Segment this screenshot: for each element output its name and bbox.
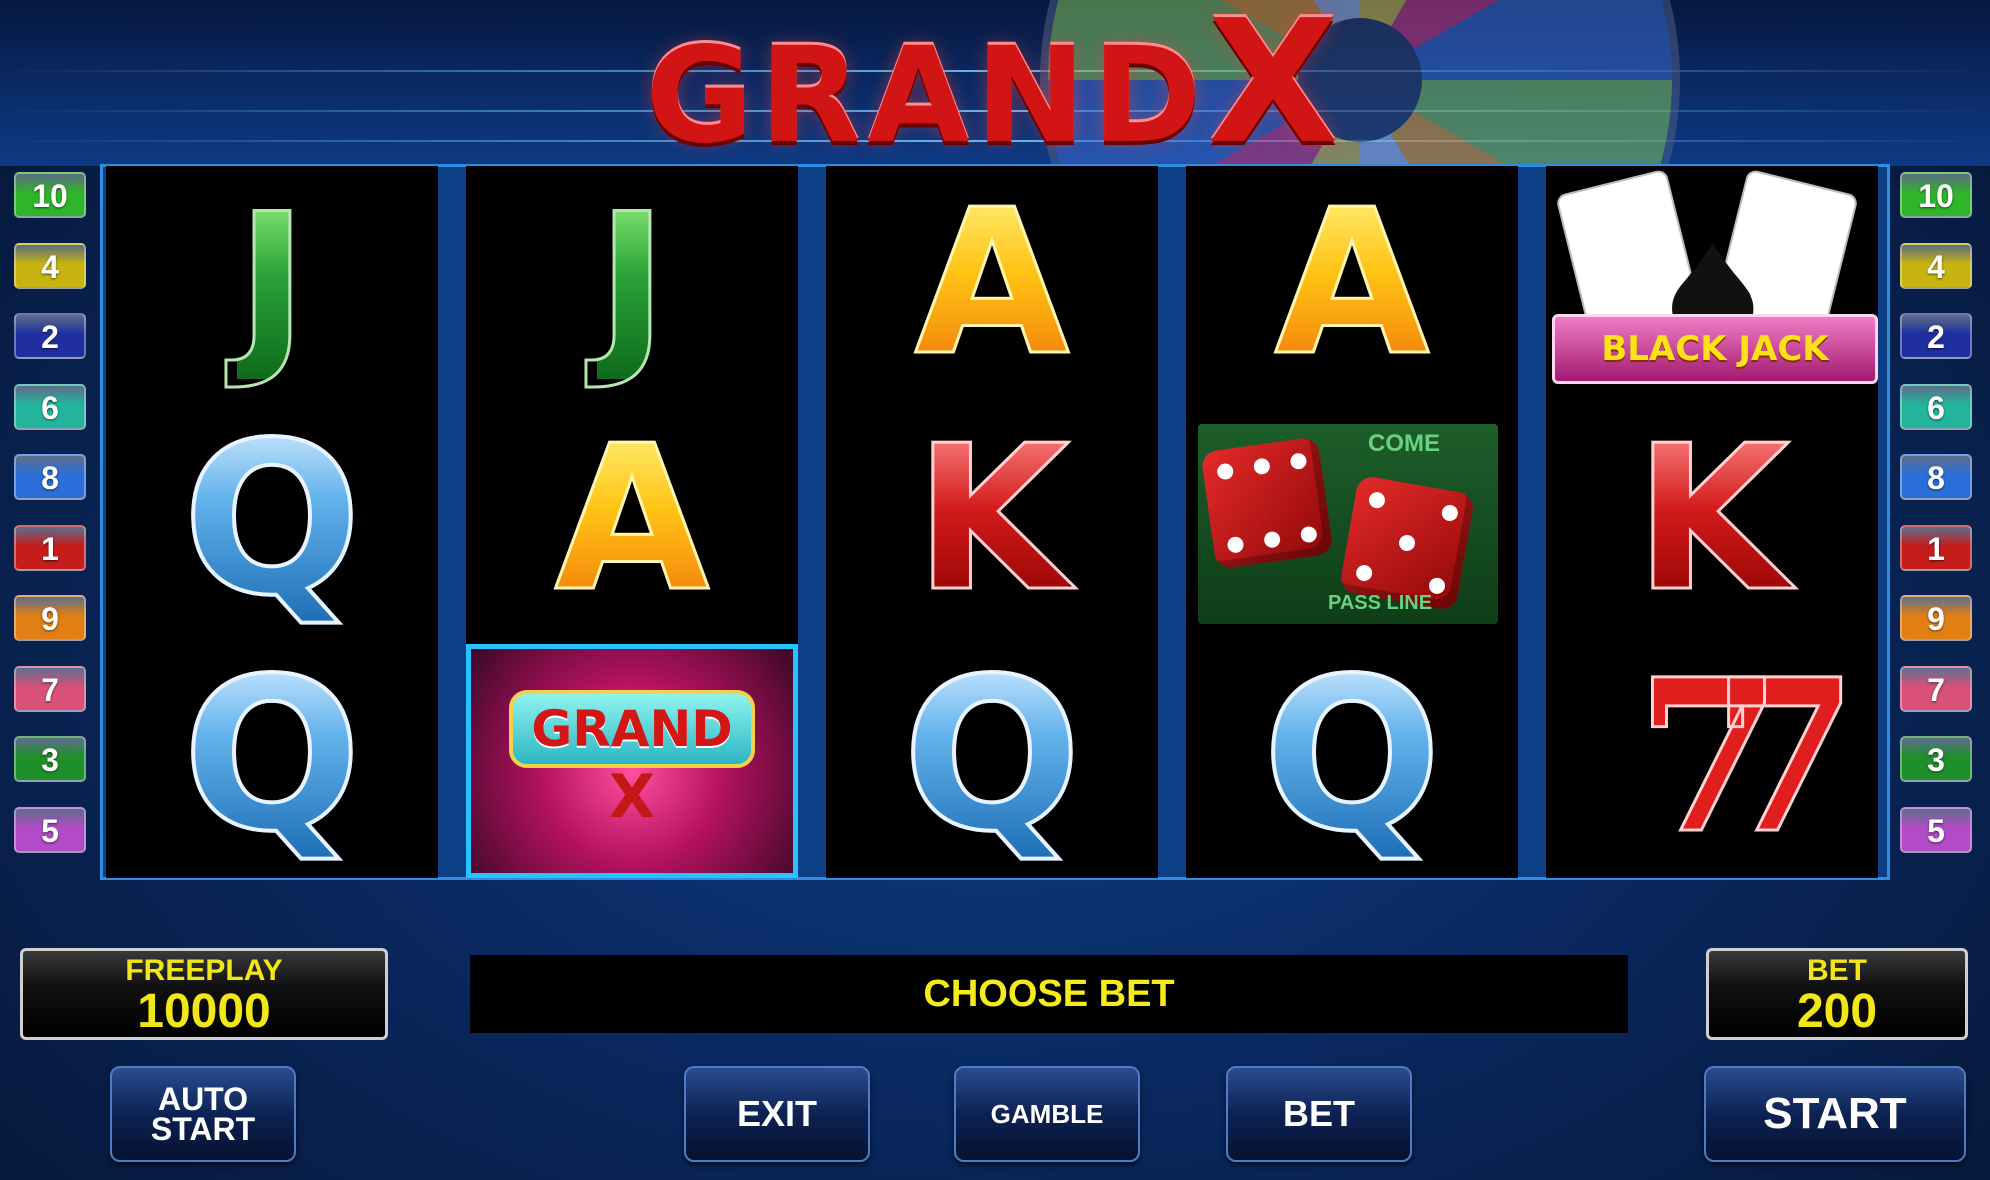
- payline-badge-left: 3: [14, 736, 86, 782]
- reel-symbol-q: Q: [901, 633, 1084, 878]
- payline-badge-right: 6: [1900, 383, 1972, 430]
- reel-3: A K Q: [826, 166, 1158, 878]
- exit-button[interactable]: EXIT: [684, 1066, 870, 1162]
- start-button[interactable]: START: [1704, 1066, 1966, 1162]
- auto-start-button[interactable]: AUTO START: [110, 1066, 296, 1162]
- payline-badge-right: 8: [1900, 454, 1972, 500]
- die-icon: [1200, 436, 1334, 570]
- payline-badge-right: 4: [1900, 242, 1972, 289]
- reel-symbol-q: Q: [181, 633, 364, 878]
- payline-badge-right: 2: [1900, 313, 1972, 359]
- grand-x-symbol: GRAND X: [466, 644, 798, 878]
- payline-badge-left: 6: [14, 383, 86, 430]
- reel-2: J A GRAND X: [466, 166, 798, 878]
- reel-symbol-k: K: [913, 403, 1071, 636]
- gamble-button[interactable]: GAMBLE: [954, 1066, 1140, 1162]
- bet-box: BET 200: [1706, 948, 1968, 1040]
- reel-5: ♠ BLACK JACK K 77: [1546, 166, 1878, 878]
- blackjack-banner: BLACK JACK: [1552, 314, 1878, 384]
- message-bar: CHOOSE BET: [470, 955, 1628, 1033]
- blackjack-symbol: ♠ BLACK JACK: [1552, 168, 1878, 394]
- game-logo: GRANDX: [0, 0, 1990, 166]
- payline-badge-left: 4: [14, 242, 86, 289]
- grand-x-text: X: [608, 762, 656, 832]
- reel-4: A COME PASS LINE Q: [1186, 166, 1518, 878]
- reel-symbol-a: A: [1273, 167, 1431, 400]
- payline-badge-left: 8: [14, 454, 86, 500]
- game-header: GRANDX: [0, 0, 1990, 166]
- reel-symbol-j: J: [235, 173, 309, 394]
- lucky-sevens-symbol: 77: [1634, 631, 1859, 878]
- payline-badge-left: 7: [14, 665, 86, 712]
- bet-button[interactable]: BET: [1226, 1066, 1412, 1162]
- bet-value: 200: [1796, 985, 1878, 1038]
- freeplay-label: FREEPLAY: [125, 954, 283, 987]
- payline-badge-right: 10: [1900, 172, 1972, 218]
- payline-badge-left: 2: [14, 313, 86, 359]
- payline-badge-right: 3: [1900, 736, 1972, 782]
- reel-symbol-q: Q: [1261, 633, 1444, 878]
- payline-badge-left: 1: [14, 524, 86, 571]
- dice-pass-line-text: PASS LINE: [1328, 592, 1433, 614]
- payline-badge-right: 7: [1900, 665, 1972, 712]
- reel-symbol-a: A: [553, 403, 711, 636]
- logo-text-x: X: [1207, 0, 1345, 166]
- grand-sign-text: GRAND: [509, 690, 755, 768]
- freeplay-credit-box: FREEPLAY 10000: [20, 948, 388, 1040]
- payline-badge-left: 5: [14, 806, 86, 853]
- reel-1: J Q Q: [106, 166, 438, 878]
- payline-badge-left: 10: [14, 172, 86, 218]
- reel-symbol-q: Q: [181, 397, 364, 642]
- dice-come-text: COME: [1368, 430, 1440, 457]
- die-icon: [1338, 474, 1476, 612]
- logo-text-grand: GRAND: [645, 19, 1208, 166]
- payline-badge-right: 9: [1900, 595, 1972, 641]
- reel-symbol-j: J: [595, 173, 669, 394]
- message-text: CHOOSE BET: [923, 972, 1175, 1015]
- bet-label: BET: [1807, 954, 1867, 987]
- reel-symbol-k: K: [1633, 403, 1791, 636]
- payline-badge-right: 1: [1900, 524, 1972, 571]
- payline-badge-left: 9: [14, 595, 86, 641]
- dice-symbol: COME PASS LINE: [1198, 424, 1498, 624]
- payline-badge-right: 5: [1900, 806, 1972, 853]
- reel-symbol-a: A: [913, 167, 1071, 400]
- freeplay-value: 10000: [137, 985, 271, 1038]
